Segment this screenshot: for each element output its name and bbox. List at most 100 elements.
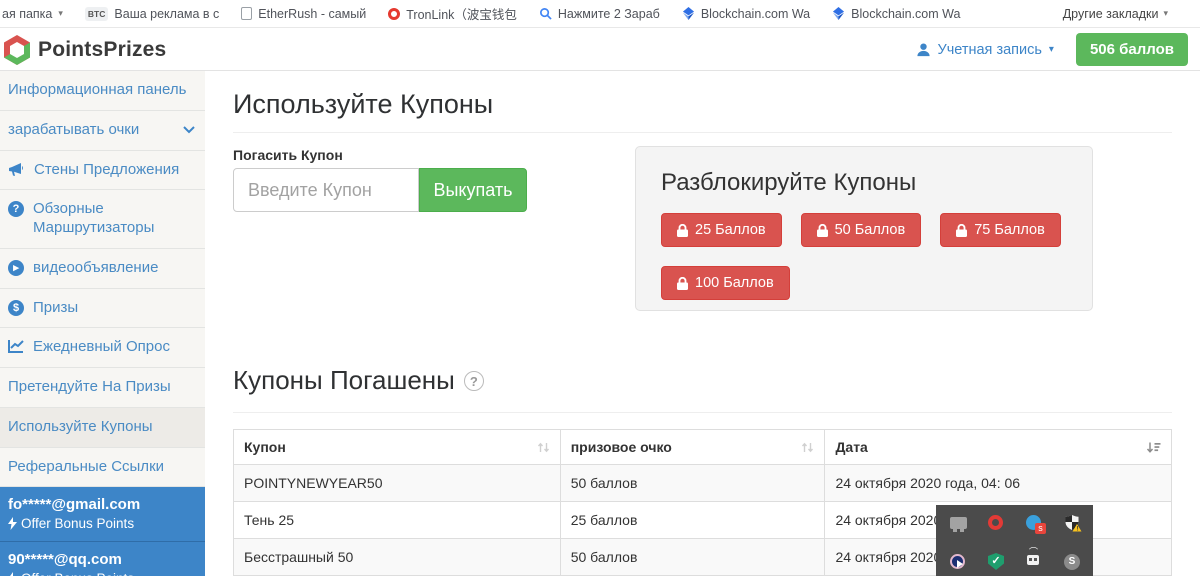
other-bookmarks-button[interactable]: Другие закладки ▾ xyxy=(1063,7,1168,21)
account-label: Учетная запись xyxy=(938,42,1042,58)
brand-logo[interactable]: PointsPrizes xyxy=(2,34,166,66)
redeem-input-group: Выкупать xyxy=(233,168,527,212)
main-content: Используйте Купоны Погасить Купон Выкупа… xyxy=(205,71,1200,576)
other-bookmarks-label: Другие закладки xyxy=(1063,7,1159,21)
bookmark-blockchain-2[interactable]: Blockchain.com Wa xyxy=(832,7,960,21)
bookmark-blockchain-1[interactable]: Blockchain.com Wa xyxy=(682,7,810,21)
unlock-50-button[interactable]: 50 Баллов xyxy=(801,213,922,247)
account-menu[interactable]: Учетная запись ▾ xyxy=(916,42,1054,58)
cell-date: 24 октября 2020 года, 04: 06 xyxy=(825,465,1172,502)
question-circle-icon: ? xyxy=(8,201,24,217)
sidebar-item-prizes[interactable]: $ Призы xyxy=(0,289,205,329)
volume-badge-icon[interactable] xyxy=(1026,515,1044,533)
unlock-button-label: 100 Баллов xyxy=(695,275,774,291)
unlock-25-button[interactable]: 25 Баллов xyxy=(661,213,782,247)
cell-points: 25 баллов xyxy=(560,502,825,539)
site-header: PointsPrizes Учетная запись ▾ 506 баллов xyxy=(0,29,1200,71)
sidebar-item-label: Информационная панель xyxy=(8,81,197,100)
cell-coupon: Тень 25 xyxy=(234,502,561,539)
sidebar-item-referral-links[interactable]: Реферальные Ссылки xyxy=(0,448,205,488)
cell-points: 50 баллов xyxy=(560,465,825,502)
bookmark-folder[interactable]: ая папка ▾ xyxy=(2,7,63,21)
unlock-coupons-panel: Разблокируйте Купоны 25 Баллов 50 Баллов… xyxy=(635,146,1093,311)
unlock-75-button[interactable]: 75 Баллов xyxy=(940,213,1061,247)
media-player-icon[interactable] xyxy=(950,554,968,572)
column-header-date[interactable]: Дата xyxy=(825,430,1172,465)
bookmark-label: Ваша реклама в с xyxy=(114,7,219,21)
sidebar-item-label: Ежедневный Опрос xyxy=(33,338,197,357)
unlock-button-label: 25 Баллов xyxy=(695,222,766,238)
monitor-icon[interactable] xyxy=(950,517,968,535)
sidebar-item-label: Обзорные Маршрутизаторы xyxy=(33,200,197,238)
sidebar-item-daily-poll[interactable]: Ежедневный Опрос xyxy=(0,328,205,368)
referral-block-gmail[interactable]: fo*****@gmail.com Offer Bonus Points xyxy=(0,487,205,542)
skype-offline-icon[interactable]: S xyxy=(1064,554,1082,572)
divider xyxy=(233,132,1172,133)
cell-coupon: Бесстрашный 50 xyxy=(234,539,561,576)
system-tray-popup: ! S xyxy=(936,505,1093,576)
bookmark-btc[interactable]: BTC Ваша реклама в с xyxy=(85,7,219,21)
cell-coupon: POINTYNEWYEAR50 xyxy=(234,465,561,502)
play-circle-icon: ▸ xyxy=(8,260,24,276)
bookmark-label: Нажмите 2 Зараб xyxy=(558,7,660,21)
referral-note: Offer Bonus Points xyxy=(21,516,134,531)
sidebar-item-use-coupons[interactable]: Используйте Купоны xyxy=(0,408,205,448)
opera-browser-icon[interactable] xyxy=(988,515,1006,533)
referral-email: 90*****@qq.com xyxy=(8,551,197,568)
lock-icon xyxy=(677,224,688,237)
column-label: призовое очко xyxy=(571,439,672,455)
pointsprizes-hexagon-icon xyxy=(2,34,32,66)
bookmark-tronlink[interactable]: TronLink（波宝钱包 xyxy=(388,4,517,23)
cell-points: 50 баллов xyxy=(560,539,825,576)
lightning-icon xyxy=(8,517,17,530)
bookmark-label: TronLink（波宝钱包 xyxy=(406,4,517,23)
sidebar-item-dashboard[interactable]: Информационная панель xyxy=(0,71,205,111)
table-row[interactable]: POINTYNEWYEAR50 50 баллов 24 октября 202… xyxy=(234,465,1172,502)
transmitter-device-icon[interactable] xyxy=(1027,549,1045,567)
windows-defender-warning-icon[interactable]: ! xyxy=(1064,514,1082,532)
sidebar-item-video-ads[interactable]: ▸ видеообъявление xyxy=(0,249,205,289)
referral-email: fo*****@gmail.com xyxy=(8,496,197,513)
points-balance-badge[interactable]: 506 баллов xyxy=(1076,33,1188,66)
sidebar-item-label: Призы xyxy=(33,299,197,318)
sidebar-item-offer-walls[interactable]: Стены Предложения xyxy=(0,151,205,191)
magnifier-icon xyxy=(539,7,552,20)
referral-block-qq[interactable]: 90*****@qq.com Offer Bonus Points xyxy=(0,542,205,576)
btc-icon: BTC xyxy=(85,7,108,21)
brand-name: PointsPrizes xyxy=(38,38,166,62)
redeem-button[interactable]: Выкупать xyxy=(419,168,527,212)
sidebar-nav: Информационная панель зарабатывать очки … xyxy=(0,71,205,576)
column-header-points[interactable]: призовое очко xyxy=(560,430,825,465)
caret-down-icon: ▾ xyxy=(1049,44,1054,55)
sidebar-item-label: Используйте Купоны xyxy=(8,418,197,437)
sidebar-item-claim-prizes[interactable]: Претендуйте На Призы xyxy=(0,368,205,408)
unlock-button-label: 75 Баллов xyxy=(974,222,1045,238)
sidebar-item-label: Претендуйте На Призы xyxy=(8,378,197,397)
bookmark-label: ая папка xyxy=(2,7,52,21)
sidebar-item-label: видеообъявление xyxy=(33,259,197,278)
unlock-100-button[interactable]: 100 Баллов xyxy=(661,266,790,300)
unlock-button-label: 50 Баллов xyxy=(835,222,906,238)
lock-icon xyxy=(817,224,828,237)
user-icon xyxy=(916,42,931,57)
bookmark-click2earn[interactable]: Нажмите 2 Зараб xyxy=(539,7,660,21)
divider xyxy=(233,412,1172,413)
sidebar-item-label: зарабатывать очки xyxy=(8,121,174,140)
help-icon[interactable]: ? xyxy=(464,371,484,391)
sort-both-icon xyxy=(801,441,814,454)
redeem-coupon-label: Погасить Купон xyxy=(233,147,343,163)
svg-text:!: ! xyxy=(1077,527,1079,532)
sort-both-icon xyxy=(537,441,550,454)
column-header-coupon[interactable]: Купон xyxy=(234,430,561,465)
megaphone-icon xyxy=(8,162,25,177)
caret-down-icon: ▾ xyxy=(58,8,63,19)
sidebar-item-earn-points[interactable]: зарабатывать очки xyxy=(0,111,205,151)
antivirus-check-icon[interactable] xyxy=(988,553,1006,571)
column-label: Дата xyxy=(835,439,867,455)
coupon-input[interactable] xyxy=(233,168,419,212)
sidebar-item-survey-routers[interactable]: ? Обзорные Маршрутизаторы xyxy=(0,190,205,249)
bookmark-etherrush[interactable]: EtherRush - самый xyxy=(241,7,366,21)
sort-desc-icon xyxy=(1146,441,1161,454)
page: ая папка ▾ BTC Ваша реклама в с EtherRus… xyxy=(0,0,1200,576)
blockchain-icon xyxy=(682,7,695,20)
